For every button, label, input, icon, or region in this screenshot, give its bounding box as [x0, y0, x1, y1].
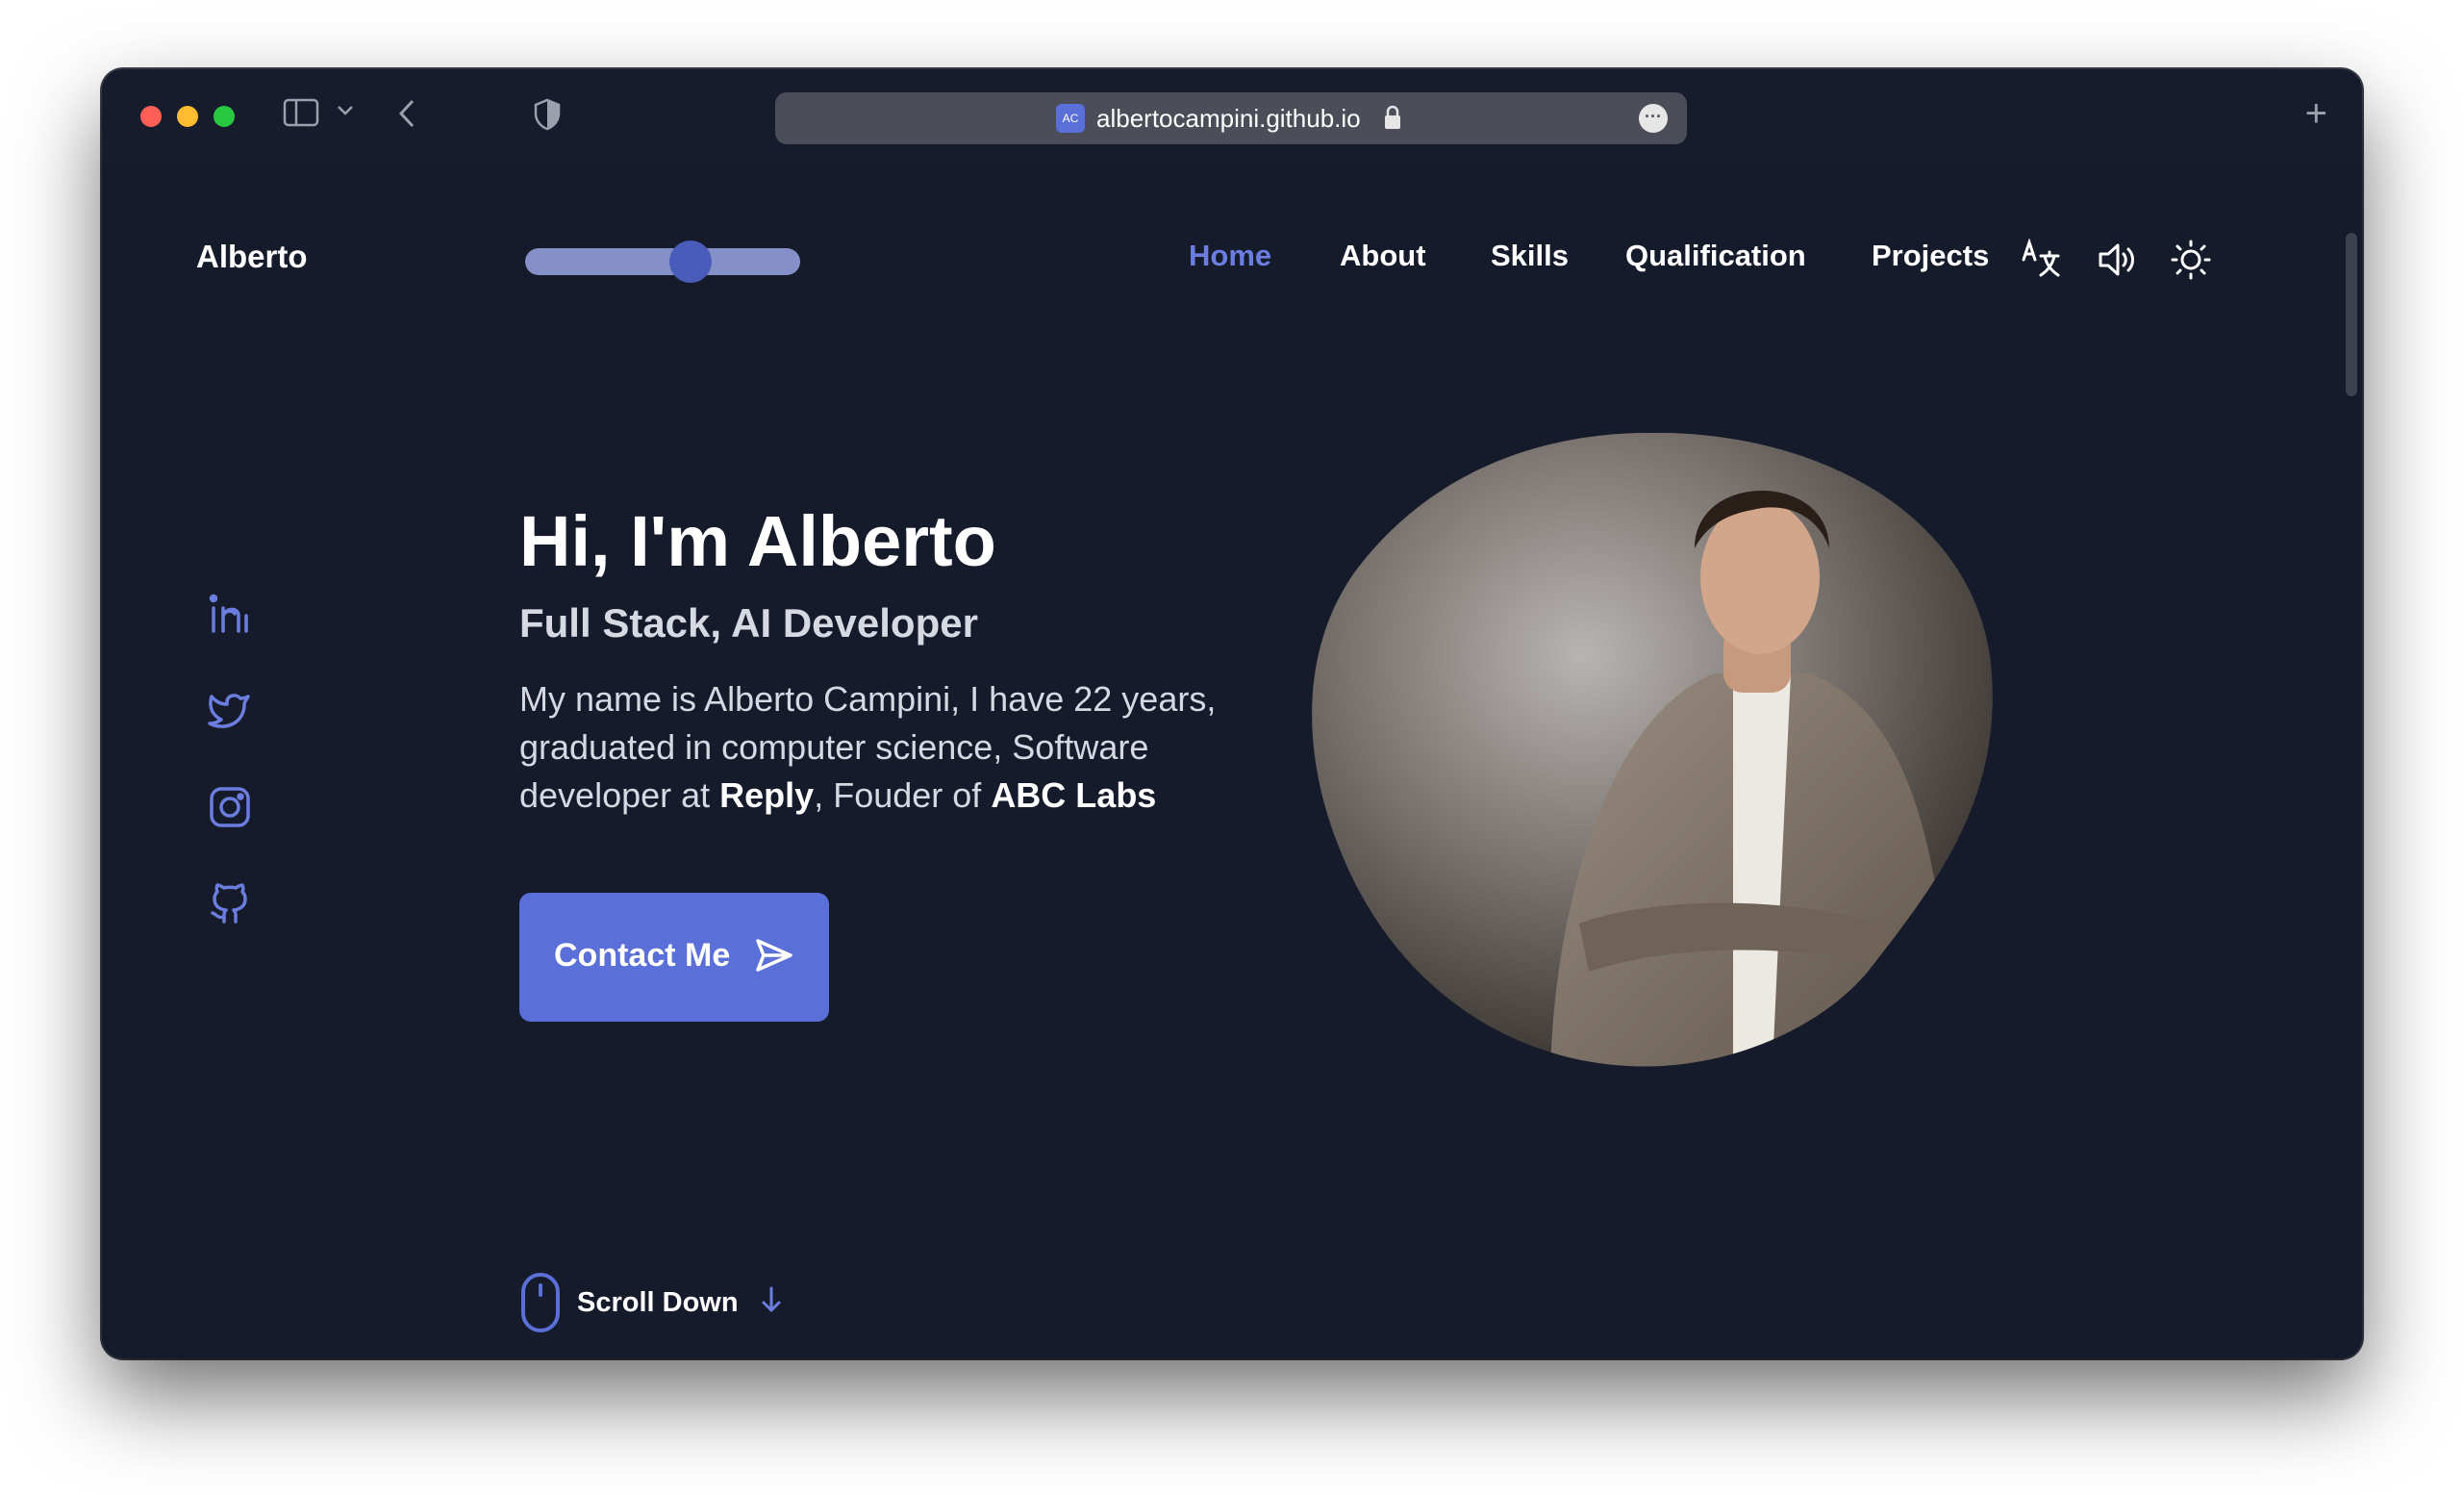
- hero-description: My name is Alberto Campini, I have 22 ye…: [519, 675, 1270, 820]
- lock-icon: [1383, 104, 1402, 136]
- desc-company: Reply: [719, 775, 815, 815]
- slider-track[interactable]: [525, 248, 800, 275]
- scrollbar-thumb[interactable]: [2346, 233, 2357, 396]
- nav-about[interactable]: About: [1340, 239, 1426, 273]
- arrow-down-icon: [760, 1285, 783, 1319]
- nav-skills[interactable]: Skills: [1491, 239, 1569, 273]
- hero-subtitle: Full Stack, AI Developer: [519, 600, 978, 646]
- nav-home[interactable]: Home: [1189, 239, 1271, 273]
- speaker-icon[interactable]: [2095, 239, 2137, 281]
- browser-window: AC albertocampini.github.io ··· + Albert…: [102, 69, 2362, 1358]
- privacy-shield-icon[interactable]: [533, 98, 562, 136]
- url-text: albertocampini.github.io: [1096, 104, 1361, 133]
- sun-icon[interactable]: [2170, 239, 2212, 281]
- contact-me-label: Contact Me: [554, 937, 731, 974]
- address-bar[interactable]: AC albertocampini.github.io ···: [775, 92, 1687, 144]
- send-icon: [754, 935, 794, 980]
- profile-photo: [1310, 433, 1993, 1068]
- translate-icon[interactable]: [2020, 238, 2062, 281]
- minimize-window-button[interactable]: [177, 106, 198, 127]
- page-scrollbar[interactable]: [2341, 165, 2362, 1358]
- site-favicon: AC: [1056, 104, 1085, 133]
- nav-projects[interactable]: Projects: [1872, 239, 1989, 273]
- github-icon[interactable]: [208, 881, 252, 925]
- twitter-icon[interactable]: [208, 689, 252, 733]
- contact-me-button[interactable]: Contact Me: [519, 893, 829, 1022]
- slider-thumb[interactable]: [669, 241, 712, 283]
- nav-qualification[interactable]: Qualification: [1625, 239, 1806, 273]
- color-slider[interactable]: [525, 241, 804, 283]
- close-window-button[interactable]: [140, 106, 162, 127]
- desc-startup: ABC Labs: [991, 775, 1157, 815]
- more-options-icon[interactable]: ···: [1639, 104, 1668, 133]
- linkedin-icon[interactable]: [208, 593, 252, 637]
- mouse-icon: [519, 1272, 562, 1338]
- chevron-down-icon[interactable]: [337, 104, 354, 122]
- instagram-icon[interactable]: [208, 785, 252, 829]
- site-logo[interactable]: Alberto: [196, 239, 308, 275]
- maximize-window-button[interactable]: [214, 106, 235, 127]
- hero-title: Hi, I'm Alberto: [519, 501, 996, 581]
- new-tab-icon[interactable]: +: [2305, 94, 2327, 133]
- desc-text-2: , Fouder of: [814, 775, 992, 815]
- back-icon[interactable]: [396, 98, 417, 134]
- sidebar-icon[interactable]: [283, 98, 321, 132]
- scroll-down-label: Scroll Down: [577, 1287, 739, 1318]
- browser-titlebar: AC albertocampini.github.io ··· +: [102, 69, 2362, 165]
